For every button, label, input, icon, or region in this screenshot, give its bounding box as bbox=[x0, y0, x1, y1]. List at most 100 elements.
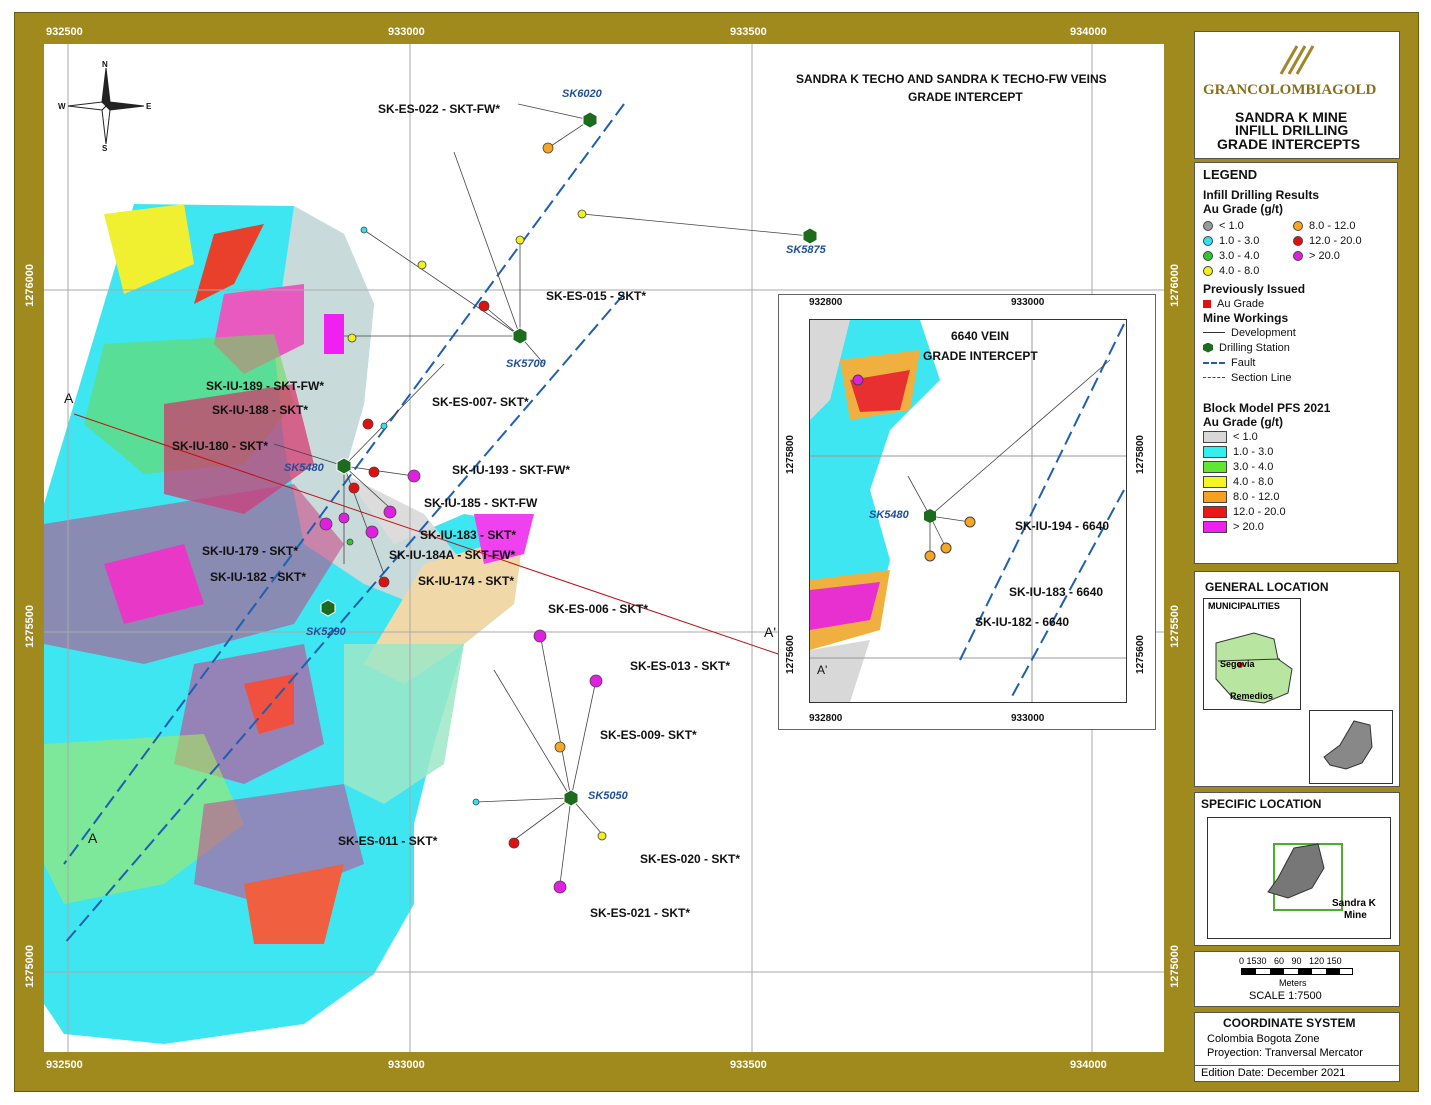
remedios-label: Remedios bbox=[1230, 691, 1274, 701]
block-model-pale bbox=[344, 644, 464, 804]
compass-s: S bbox=[102, 144, 108, 153]
brand-panel: GRANCOLOMBIAGOLD SANDRA K MINE INFILL DR… bbox=[1194, 31, 1400, 159]
coord-system-line1: Colombia Bogota Zone bbox=[1207, 1033, 1320, 1045]
inset-x-bottom: 933000 bbox=[1011, 713, 1045, 724]
station-label: SK6020 bbox=[562, 88, 602, 100]
x-coord-top: 934000 bbox=[1070, 26, 1107, 38]
inset-intercept-label: SK-IU-194 - 6640 bbox=[1015, 519, 1110, 533]
specific-location-panel: SPECIFIC LOCATION Sandra K Mine bbox=[1194, 792, 1400, 946]
hexagon-icon bbox=[1203, 342, 1213, 353]
inset-hole bbox=[852, 374, 864, 386]
intercept-label: SK-IU-182 - SKT* bbox=[210, 570, 307, 584]
coord-system-title: COORDINATE SYSTEM bbox=[1223, 1016, 1356, 1030]
inset-map[interactable]: 932800 933000 932800 933000 1275800 1275… bbox=[778, 294, 1156, 730]
swatch-icon bbox=[1203, 505, 1227, 518]
x-coord-bottom: 933500 bbox=[730, 1059, 767, 1071]
station-label: SK5050 bbox=[588, 790, 628, 802]
section-a-lower: A bbox=[88, 830, 98, 846]
edition-date: Edition Date: December 2021 bbox=[1201, 1067, 1346, 1079]
station-label: SK5875 bbox=[786, 244, 826, 256]
swatch-icon bbox=[1203, 460, 1227, 473]
legend-item: 3.0 - 4.0 bbox=[1203, 248, 1293, 263]
infill-title: Infill Drilling Results bbox=[1203, 188, 1320, 202]
legend-item: 8.0 - 12.0 bbox=[1203, 489, 1397, 504]
intercept-label: SK-ES-020 - SKT* bbox=[640, 852, 741, 866]
intercept-label: SK-IU-179 - SKT* bbox=[202, 544, 299, 558]
legend-item: 1.0 - 3.0 bbox=[1203, 233, 1293, 248]
y-coord-left: 1276000 bbox=[24, 264, 36, 307]
intercept-label: SK-ES-021 - SKT* bbox=[590, 906, 691, 920]
x-coord-top: 933500 bbox=[730, 26, 767, 38]
inset-hole bbox=[964, 516, 976, 528]
segovia-label: Segovia bbox=[1220, 659, 1255, 669]
inset-y-left: 1275600 bbox=[785, 635, 796, 674]
y-coord-left: 1275000 bbox=[24, 945, 36, 988]
specific-mine-label-2: Mine bbox=[1344, 910, 1367, 921]
scale-bar bbox=[1241, 968, 1353, 975]
swatch-icon bbox=[1203, 520, 1227, 533]
intercept-label: SK-ES-013 - SKT* bbox=[630, 659, 731, 673]
dot-yellow-icon bbox=[1203, 265, 1213, 276]
intercept-label: SK-IU-189 - SKT-FW* bbox=[206, 379, 325, 393]
x-coord-bottom: 933000 bbox=[388, 1059, 425, 1071]
line-icon bbox=[1203, 332, 1225, 333]
swatch-icon bbox=[1203, 490, 1227, 503]
specific-title: SPECIFIC LOCATION bbox=[1201, 797, 1322, 811]
municipalities-title: MUNICIPALITIES bbox=[1208, 601, 1280, 611]
scale-panel: 0 1530 60 90 120 150 Meters SCALE 1:7500 bbox=[1194, 951, 1400, 1007]
legend-title: LEGEND bbox=[1203, 167, 1258, 182]
station-label: SK5290 bbox=[306, 626, 346, 638]
intercept-label: SK-IU-183 - SKT* bbox=[420, 528, 517, 542]
inset-svg bbox=[809, 319, 1127, 703]
inset-intercept-label: SK-IU-182 - 6640 bbox=[975, 615, 1070, 629]
legend-item: 8.0 - 12.0 bbox=[1293, 218, 1393, 233]
legend-item: 4.0 - 8.0 bbox=[1203, 263, 1293, 278]
dot-magenta-icon bbox=[1293, 250, 1303, 261]
infill-subtitle: Au Grade (g/t) bbox=[1203, 202, 1283, 216]
intercept-label: SK-ES-009- SKT* bbox=[600, 728, 697, 742]
legend-item: 12.0 - 20.0 bbox=[1203, 504, 1397, 519]
swatch-icon bbox=[1203, 475, 1227, 488]
map-title-line2: GRADE INTERCEPT bbox=[908, 90, 1023, 104]
specific-mine-label-1: Sandra K bbox=[1332, 898, 1376, 909]
dot-orange-icon bbox=[1293, 220, 1303, 231]
section-line-icon bbox=[1203, 377, 1225, 378]
legend-item: Au Grade bbox=[1203, 296, 1397, 311]
legend-item: 3.0 - 4.0 bbox=[1203, 459, 1397, 474]
dot-grey-icon bbox=[1203, 220, 1213, 231]
swatch-icon bbox=[1203, 430, 1227, 443]
municipalities-box: MUNICIPALITIES Segovia Remedios bbox=[1203, 598, 1301, 710]
x-coord-bottom: 934000 bbox=[1070, 1059, 1107, 1071]
mine-title: Mine Workings bbox=[1203, 311, 1289, 325]
legend-item: Development bbox=[1203, 325, 1397, 340]
block-title: Block Model PFS 2021 bbox=[1203, 401, 1331, 415]
specific-map: Sandra K Mine bbox=[1207, 817, 1391, 939]
inset-y-right: 1275800 bbox=[1135, 435, 1146, 474]
dot-cyan-icon bbox=[1203, 235, 1213, 246]
inset-station-label: SK5480 bbox=[869, 509, 909, 521]
inset-intercept-label: SK-IU-183 - 6640 bbox=[1009, 585, 1104, 599]
x-coord-top: 932500 bbox=[46, 26, 83, 38]
legend-item: 12.0 - 20.0 bbox=[1293, 233, 1393, 248]
inset-x-top: 932800 bbox=[809, 297, 843, 308]
dot-red-icon bbox=[1293, 235, 1303, 246]
general-title: GENERAL LOCATION bbox=[1205, 580, 1329, 594]
x-coord-bottom: 932500 bbox=[46, 1059, 83, 1071]
legend-item: < 1.0 bbox=[1203, 218, 1293, 233]
inset-title-line1: 6640 VEIN bbox=[951, 329, 1010, 343]
y-coord-right: 1276000 bbox=[1169, 264, 1181, 307]
scale-text: SCALE 1:7500 bbox=[1249, 990, 1322, 1002]
compass-rose bbox=[67, 67, 145, 145]
main-map[interactable]: N S W E SANDRA K TECHO AND SANDRA K TECH… bbox=[44, 44, 1164, 1052]
general-location-panel: GENERAL LOCATION MUNICIPALITIES Segovia … bbox=[1194, 571, 1400, 787]
intercept-label: SK-ES-007- SKT* bbox=[432, 395, 529, 409]
intercept-label: SK-ES-006 - SKT* bbox=[548, 602, 649, 616]
coord-system-line2: Proyection: Tranversal Mercator bbox=[1207, 1047, 1363, 1059]
legend-item: 4.0 - 8.0 bbox=[1203, 474, 1397, 489]
intercept-label: SK-IU-174 - SKT* bbox=[418, 574, 515, 588]
inset-y-right: 1275600 bbox=[1135, 635, 1146, 674]
block-subtitle: Au Grade (g/t) bbox=[1203, 415, 1283, 429]
scale-ticks: 0 1530 60 90 120 150 bbox=[1239, 956, 1342, 966]
inset-x-bottom: 932800 bbox=[809, 713, 843, 724]
x-coord-top: 933000 bbox=[388, 26, 425, 38]
